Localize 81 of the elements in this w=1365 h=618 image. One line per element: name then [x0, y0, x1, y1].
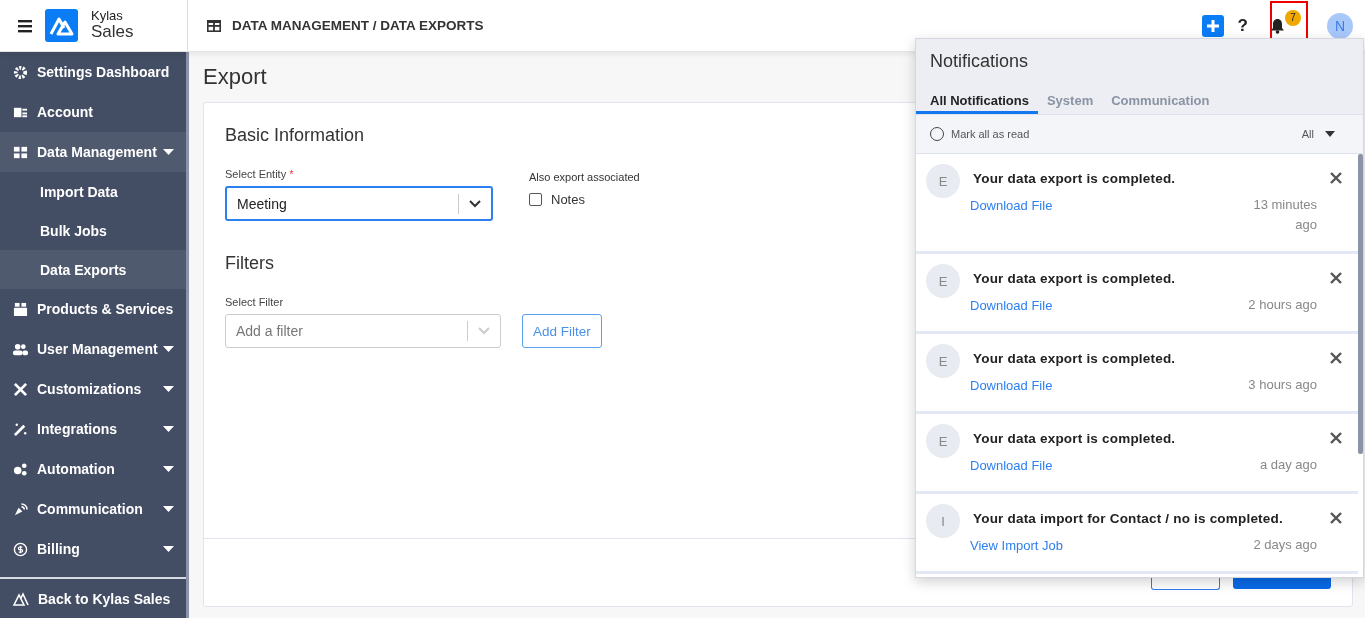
sidebar-item[interactable]: Billing — [0, 529, 186, 569]
sidebar-subitem[interactable]: Data Exports — [0, 250, 186, 289]
dollar-icon — [13, 541, 28, 557]
caret-icon — [163, 149, 174, 155]
menu-icon[interactable] — [18, 18, 32, 33]
avatar: E — [926, 344, 960, 378]
filter-dropdown[interactable]: All — [1301, 128, 1335, 140]
caret-icon — [163, 426, 174, 432]
notification-link[interactable]: Download File — [970, 458, 1053, 473]
chevron-icon[interactable] — [469, 199, 481, 208]
gear-icon — [13, 64, 28, 80]
notification-link[interactable]: Download File — [970, 378, 1053, 393]
field-label: Select Entity * — [225, 168, 294, 180]
brand-product: Sales — [91, 23, 134, 42]
close-icon[interactable] — [1330, 172, 1342, 184]
field-label: Select Filter — [225, 296, 284, 308]
avatar: E — [926, 264, 960, 298]
page-title: Export — [203, 64, 268, 90]
sidebar-item[interactable]: Account — [0, 92, 186, 132]
avatar: E — [926, 424, 960, 458]
satellite-icon — [13, 501, 28, 517]
sidebar-subitem[interactable]: Bulk Jobs — [0, 211, 186, 250]
caret-icon — [163, 386, 174, 392]
timestamp: a day ago — [1259, 456, 1317, 474]
sidebar-item[interactable]: User Management — [0, 329, 186, 369]
caret-icon — [163, 546, 174, 552]
section-heading: Basic Information — [225, 125, 365, 146]
timestamp: 13 minutes ago — [1252, 196, 1317, 234]
timestamp: 3 hours ago — [1248, 376, 1317, 394]
close-icon[interactable] — [1330, 432, 1342, 444]
avatar: I — [926, 504, 960, 538]
sidebar-item[interactable]: Communication — [0, 489, 186, 529]
users-icon — [13, 341, 28, 357]
close-icon[interactable] — [1330, 352, 1342, 364]
plus-icon — [1205, 18, 1220, 33]
sidebar-item[interactable]: Products & Services — [0, 289, 186, 329]
sidebar-item[interactable]: Settings Dashboard — [0, 52, 186, 92]
timestamp: 2 hours ago — [1248, 296, 1317, 314]
entity-select[interactable]: Meeting — [225, 186, 493, 221]
caret-icon — [1325, 131, 1335, 137]
sidebar-item[interactable]: Data Management — [0, 132, 186, 172]
notification-message: Your data export is completed. — [973, 170, 1176, 186]
grid-icon — [13, 144, 28, 160]
grid-icon — [207, 19, 221, 32]
notification-message: Your data export is completed. — [973, 350, 1176, 366]
avatar: E — [926, 164, 960, 198]
timestamp: 2 days ago — [1253, 536, 1317, 554]
close-icon[interactable] — [1330, 512, 1342, 524]
filter-select[interactable]: Add a filter — [225, 314, 501, 348]
gears-icon — [13, 461, 28, 477]
checkbox-label: Notes — [551, 192, 585, 207]
field-label: Also export associated — [529, 171, 640, 183]
panel-title: Notifications — [929, 50, 1030, 73]
caret-icon — [163, 346, 174, 352]
sidebar-item[interactable]: Integrations — [0, 409, 186, 449]
bell-icon[interactable] — [1270, 17, 1285, 34]
caret-icon — [163, 506, 174, 512]
sidebar-subitem[interactable]: Import Data — [0, 172, 186, 211]
box-icon — [13, 301, 28, 317]
checkbox[interactable] — [529, 193, 542, 206]
notification-badge: 7 — [1285, 9, 1301, 26]
notification-message: Your data export is completed. — [973, 270, 1176, 286]
close-icon[interactable] — [1330, 272, 1342, 284]
add-button[interactable] — [1201, 14, 1224, 37]
notification-link[interactable]: Download File — [970, 298, 1053, 313]
tools-icon — [13, 381, 28, 397]
mark-all-link[interactable]: Mark all as read — [951, 128, 1302, 140]
notification-link[interactable]: View Import Job — [970, 538, 1063, 553]
notification-message: Your data export is completed. — [973, 430, 1176, 446]
sidebar-item[interactable]: Customizations — [0, 369, 186, 409]
brand-name: Kylas — [91, 9, 124, 24]
logo-icon — [45, 9, 78, 42]
section-heading: Filters — [225, 253, 274, 274]
help-button[interactable]: ? — [1237, 15, 1248, 36]
mountain-icon — [13, 592, 29, 606]
wand-icon — [13, 421, 28, 437]
caret-icon — [163, 466, 174, 472]
notification-message: Your data import for Contact / no is completed. — [973, 510, 1283, 526]
sidebar-item[interactable]: Automation — [0, 449, 186, 489]
notification-link[interactable]: Download File — [970, 198, 1053, 213]
breadcrumb: DATA MANAGEMENT / DATA EXPORTS — [232, 18, 484, 33]
